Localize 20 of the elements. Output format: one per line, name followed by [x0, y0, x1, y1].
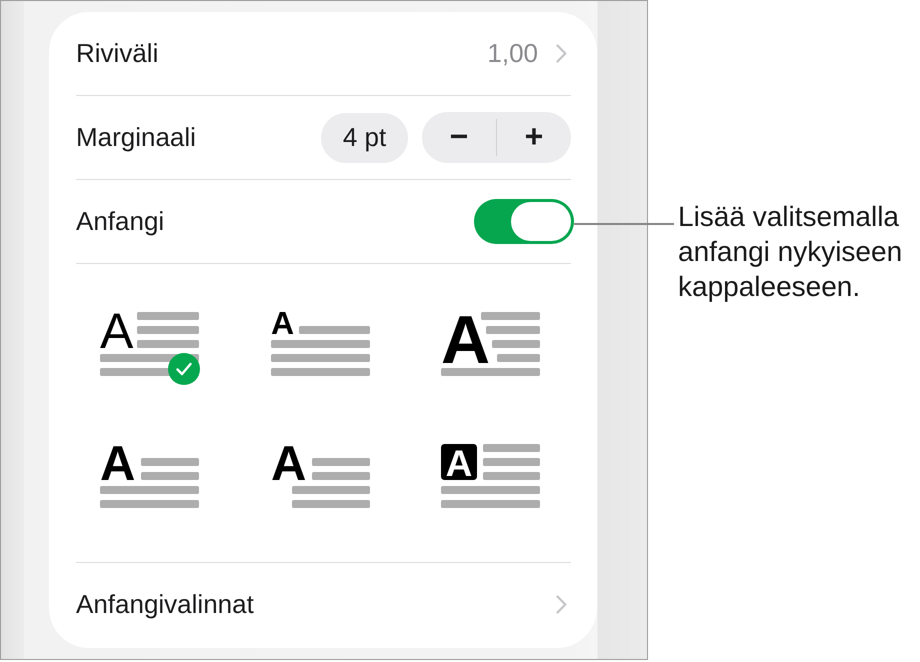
row-label: Riviväli	[76, 38, 158, 69]
drop-cap-style-button[interactable]: A	[270, 443, 372, 519]
increment-button[interactable]: +	[497, 112, 571, 163]
margin-value-field[interactable]: 4 pt	[321, 112, 408, 162]
chevron-icon[interactable]	[556, 595, 567, 614]
letter-tile-drawing	[441, 444, 477, 480]
drop-cap-style-button[interactable]: A	[100, 311, 202, 387]
row-label: Marginaali	[76, 122, 196, 153]
callout-text: Lisää valitsemalla anfangi nykyiseen kappaleeseen.	[678, 200, 904, 304]
drop-cap-style-button[interactable]: A	[100, 443, 202, 519]
toggle-switch[interactable]	[474, 199, 574, 244]
value-text: 1,00	[487, 38, 538, 69]
chevron-icon[interactable]	[556, 44, 567, 63]
decrement-button[interactable]: −	[422, 112, 496, 163]
drop-cap-style-button[interactable]: A	[270, 311, 372, 387]
row-label: Anfangivalinnat	[76, 589, 254, 620]
drop-cap-style-button[interactable]: A	[441, 311, 543, 387]
row-label: Anfangi	[76, 206, 164, 237]
checkmark-icon	[168, 353, 200, 385]
drop-cap-style-button[interactable]: A	[441, 443, 543, 519]
